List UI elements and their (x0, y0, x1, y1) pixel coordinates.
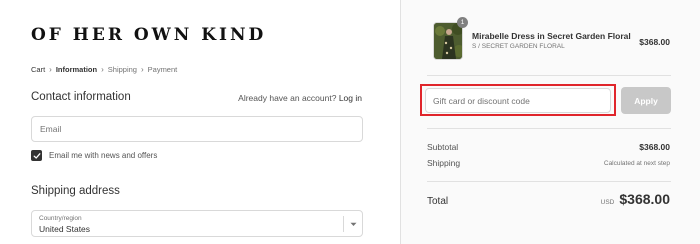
total-label: Total (427, 196, 449, 207)
divider (427, 128, 671, 129)
breadcrumb-shipping: Shipping (107, 65, 137, 74)
chevron-down-icon (348, 217, 358, 231)
product-name: Mirabelle Dress in Secret Garden Floral (472, 31, 631, 41)
newsletter-checkbox[interactable] (31, 150, 42, 161)
total-currency: USD (600, 199, 615, 206)
country-select-value: United States (39, 224, 91, 234)
subtotal-label: Subtotal (427, 142, 459, 152)
product-thumbnail (433, 22, 463, 60)
shipping-label: Shipping (427, 158, 461, 168)
login-link[interactable]: Log in (339, 93, 362, 103)
chevron-right-icon: › (140, 65, 144, 74)
newsletter-label: Email me with news and offers (49, 151, 158, 160)
total-value: $368.00 (619, 191, 670, 207)
country-select-label: Country/region (39, 215, 82, 222)
breadcrumb-cart[interactable]: Cart (31, 65, 45, 74)
contact-section-title: Contact information (31, 91, 131, 103)
breadcrumb-payment: Payment (147, 65, 178, 74)
subtotal-value: $368.00 (639, 142, 670, 152)
breadcrumb-information: Information (55, 65, 98, 74)
quantity-badge: 1 (457, 17, 468, 28)
apply-button[interactable]: Apply (621, 87, 671, 114)
divider (427, 181, 671, 182)
total-amount: USD $368.00 (601, 191, 670, 207)
divider (427, 75, 671, 76)
order-summary: 1 Mirabelle Dress in Secret Garden Flora… (401, 0, 700, 244)
discount-code-field[interactable] (425, 88, 611, 113)
shipping-section-title: Shipping address (31, 185, 120, 197)
account-prompt-text: Already have an account? (238, 93, 337, 103)
product-price: $368.00 (639, 37, 670, 47)
check-icon (33, 152, 40, 159)
newsletter-option[interactable]: Email me with news and offers (31, 150, 157, 161)
product-variant: S / SECRET GARDEN FLORAL (472, 43, 565, 50)
chevron-right-icon: › (49, 65, 52, 74)
breadcrumb: Cart › Information › Shipping › Payment (31, 65, 177, 74)
email-field[interactable] (31, 116, 363, 142)
select-divider (343, 216, 344, 232)
country-select[interactable]: Country/region United States (31, 210, 363, 237)
checkout-main: OF HER OWN KIND Cart › Information › Shi… (0, 0, 401, 244)
store-logo[interactable]: OF HER OWN KIND (31, 25, 266, 45)
chevron-right-icon: › (101, 65, 104, 74)
shipping-value: Calculated at next step (603, 160, 670, 167)
account-prompt: Already have an account? Log in (238, 93, 362, 103)
